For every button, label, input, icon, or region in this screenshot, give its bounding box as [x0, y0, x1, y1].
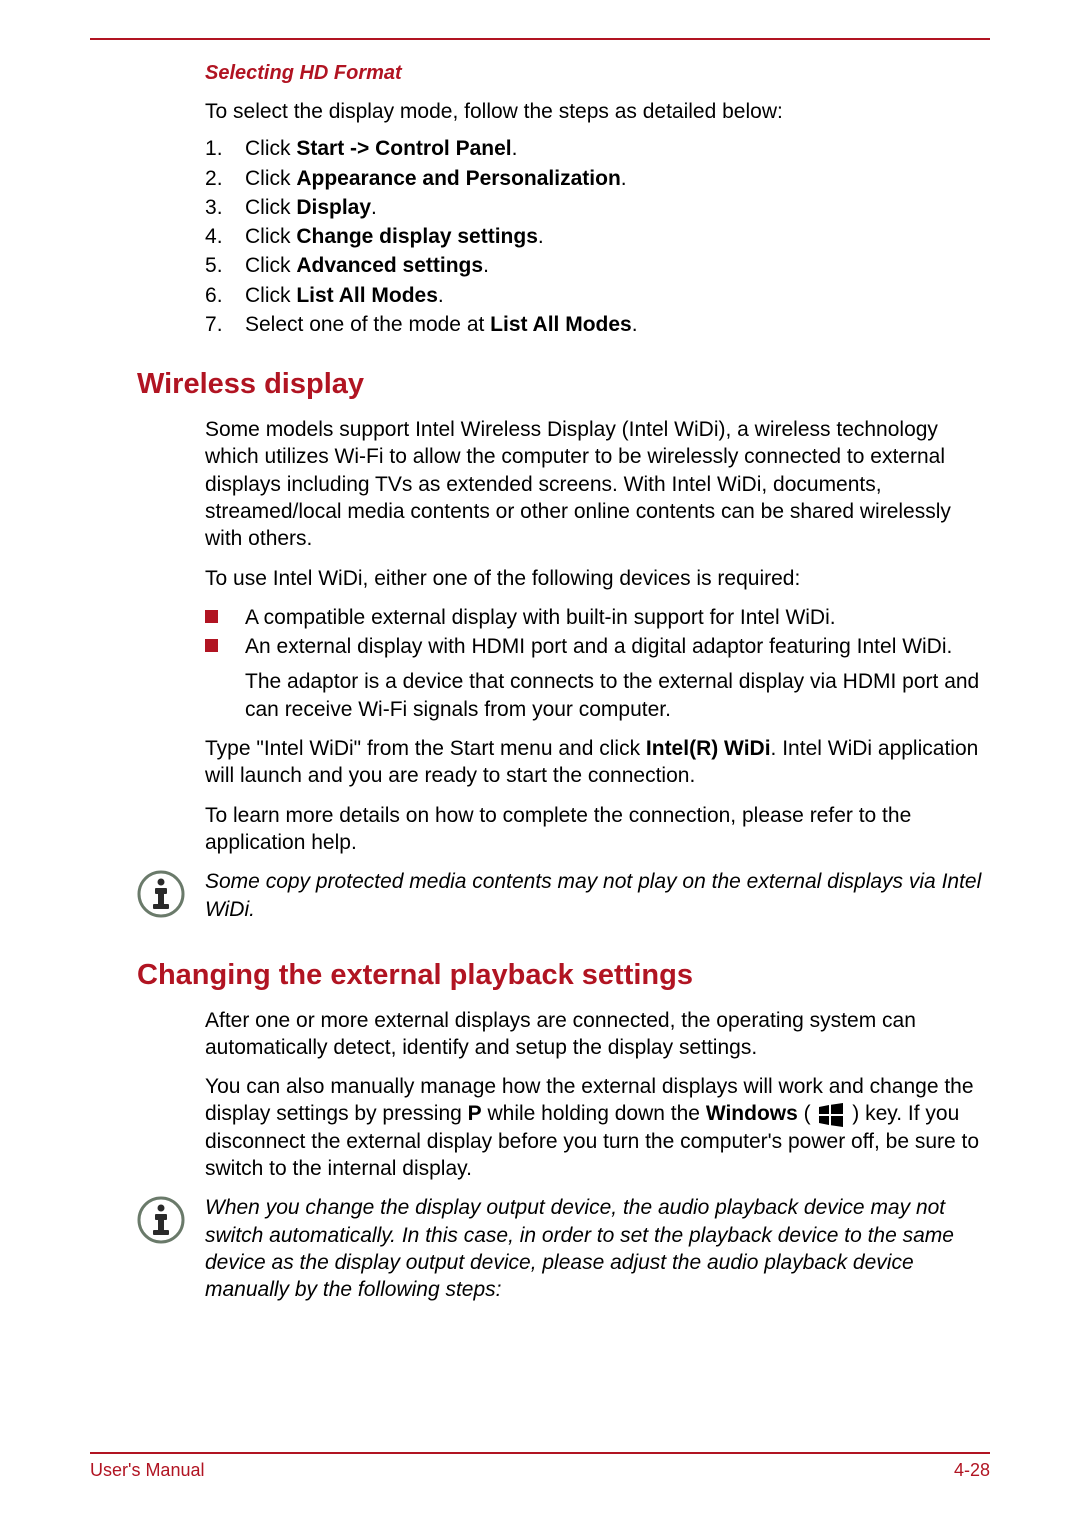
step-2: Click Appearance and Personalization. [205, 165, 990, 192]
wireless-bullets: A compatible external display with built… [205, 604, 990, 723]
step-4: Click Change display settings. [205, 223, 990, 250]
playback-section: After one or more external displays are … [205, 1007, 990, 1183]
subheading: Selecting HD Format [205, 60, 990, 86]
playback-p2: You can also manually manage how the ext… [205, 1073, 990, 1182]
step-7: Select one of the mode at List All Modes… [205, 311, 990, 338]
wireless-p1: Some models support Intel Wireless Displ… [205, 416, 990, 552]
info-icon [137, 870, 185, 918]
body-content: Selecting HD Format To select the displa… [90, 60, 990, 1303]
note-playback: When you change the display output devic… [137, 1194, 990, 1303]
wireless-p2: To use Intel WiDi, either one of the fol… [205, 565, 990, 592]
playback-p1: After one or more external displays are … [205, 1007, 990, 1062]
footer-left: User's Manual [90, 1460, 204, 1481]
wireless-bullet-2: An external display with HDMI port and a… [205, 633, 990, 660]
note-wireless: Some copy protected media contents may n… [137, 868, 990, 923]
wireless-bullet-2-sub: The adaptor is a device that connects to… [205, 668, 990, 723]
heading-playback-settings: Changing the external playback settings [137, 957, 990, 995]
top-rule [90, 38, 990, 40]
info-icon [137, 1196, 185, 1244]
wireless-p4: To learn more details on how to complete… [205, 802, 990, 857]
heading-wireless-display: Wireless display [137, 366, 990, 404]
square-bullet-icon [205, 639, 218, 652]
footer-right: 4-28 [954, 1460, 990, 1481]
footer-rule [90, 1452, 990, 1454]
wireless-p3: Type "Intel WiDi" from the Start menu an… [205, 735, 990, 790]
footer: User's Manual 4-28 [90, 1452, 990, 1481]
square-bullet-icon [205, 610, 218, 623]
step-6: Click List All Modes. [205, 282, 990, 309]
windows-key-icon [817, 1103, 845, 1127]
wireless-section: Some models support Intel Wireless Displ… [205, 416, 990, 856]
intro-text: To select the display mode, follow the s… [205, 98, 990, 125]
wireless-bullet-1: A compatible external display with built… [205, 604, 990, 631]
steps-list: Click Start -> Control Panel. Click Appe… [205, 135, 990, 338]
step-1: Click Start -> Control Panel. [205, 135, 990, 162]
page: Selecting HD Format To select the displa… [0, 0, 1080, 1521]
step-3: Click Display. [205, 194, 990, 221]
note-wireless-text: Some copy protected media contents may n… [205, 868, 990, 923]
note-playback-text: When you change the display output devic… [205, 1194, 990, 1303]
step-5: Click Advanced settings. [205, 252, 990, 279]
